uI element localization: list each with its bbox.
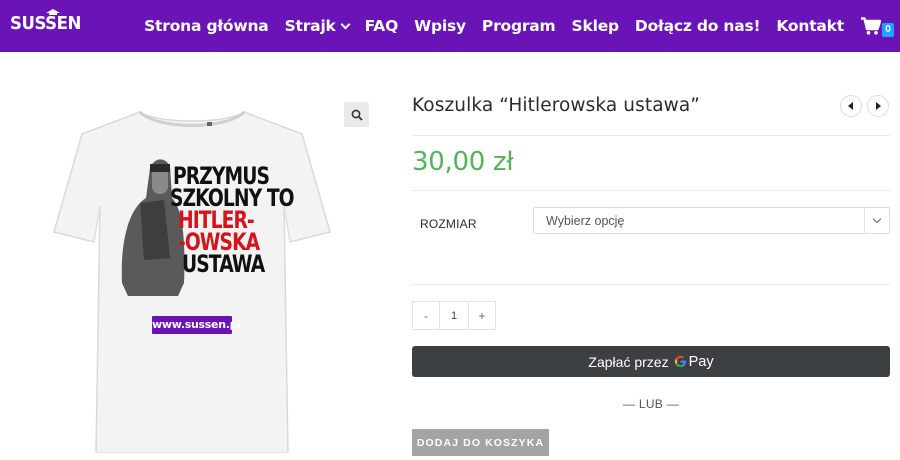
add-to-cart-button[interactable]: DODAJ DO KOSZYKA [412,429,549,456]
nav-item-shop[interactable]: Sklep [571,17,620,35]
nav-item-home[interactable]: Strona główna [144,17,269,35]
arrow-left-icon [848,102,853,110]
product-title: Koszulka “Hitlerowska ustawa” [412,95,700,116]
shirt-print-text: PRZYMUS SZKOLNY TO HITLER- -OWSKA USTAWA [118,164,295,300]
nav-label: Dołącz do nas! [634,17,761,35]
google-g-icon [674,355,686,368]
nav-label: Program [481,17,556,35]
product-price: 30,00 zł [412,147,514,177]
cart-button[interactable]: 0 [861,17,894,37]
next-product-button[interactable] [867,95,889,117]
shirt-print-site: www.sussen.pl [152,316,241,334]
nav-label: Strona główna [144,17,269,35]
size-select[interactable]: Wybierz opcję [533,207,890,234]
cart-count-badge: 0 [882,23,894,37]
google-pay-button[interactable]: Zapłać przez Pay [412,346,890,377]
nav-label: Strajk [284,17,336,35]
chevron-down-icon [340,19,351,29]
qty-input[interactable]: 1 [440,301,468,330]
zoom-button[interactable] [344,102,369,127]
or-separator: — LUB — [622,397,680,411]
nav-label: FAQ [364,17,399,35]
gpay-brand: Pay [688,353,714,370]
nav-item-posts[interactable]: Wpisy [414,17,466,35]
site-header: SUSSEN Strona główna Strajk FAQ Wpisy Pr… [0,0,900,52]
print-line: USTAWA [182,250,265,278]
arrow-right-icon [876,102,881,110]
nav-item-contact[interactable]: Kontakt [776,17,844,35]
main-navigation: Strona główna Strajk FAQ Wpisy Program S… [144,0,900,52]
nav-label: Wpisy [414,17,466,35]
quantity-stepper: - 1 + [412,301,496,330]
magnifier-icon [351,109,363,121]
select-placeholder: Wybierz opcję [546,214,625,228]
nav-item-strike[interactable]: Strajk [284,17,351,35]
nav-item-program[interactable]: Program [482,17,556,35]
qty-minus-button[interactable]: - [412,301,440,330]
previous-product-button[interactable] [840,95,862,117]
divider [412,284,890,285]
shopping-cart-icon [861,17,881,35]
site-logo[interactable]: SUSSEN [10,9,87,33]
chevron-down-icon [864,208,889,233]
nav-label: Kontakt [776,17,844,35]
logo-text: SUSSEN [10,13,81,34]
nav-label: Sklep [571,17,620,35]
gpay-label: Zapłać przez [588,353,669,370]
divider [412,190,890,191]
qty-plus-button[interactable]: + [468,301,496,330]
divider [412,135,890,136]
nav-item-faq[interactable]: FAQ [364,17,399,35]
nav-item-join[interactable]: Dołącz do nas! [634,17,761,35]
variation-label: ROZMIAR [420,217,477,231]
